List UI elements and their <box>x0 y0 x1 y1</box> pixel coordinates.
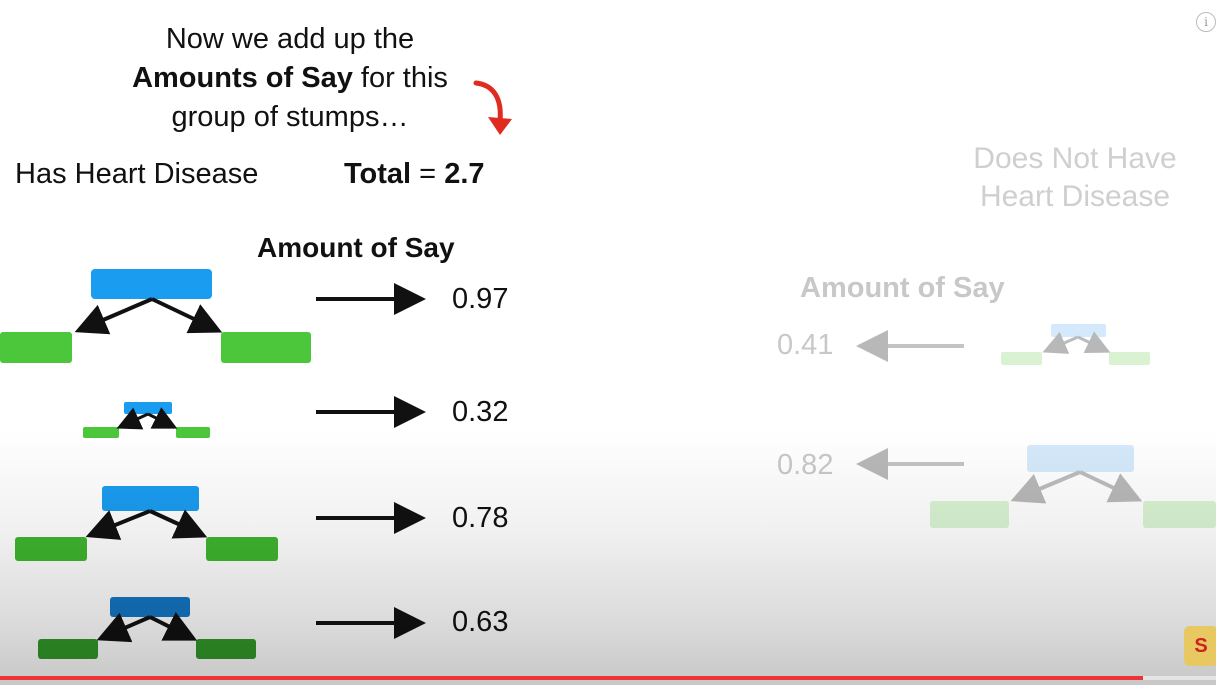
heading-line-1: Now we add up the <box>165 23 415 55</box>
right-label-line-1: Does Not Have <box>973 142 1177 175</box>
amount-of-say-value-2: 0.32 <box>452 396 509 428</box>
has-heart-disease-label: Has Heart Disease <box>15 158 259 190</box>
red-curved-arrow-icon <box>473 80 512 135</box>
heading: Now we add up the Amounts of Say for thi… <box>100 20 480 137</box>
amount-of-say-value-1: 0.97 <box>452 283 509 315</box>
right-stumps-diagram <box>856 324 1216 528</box>
stump-2 <box>83 402 210 438</box>
heading-line-3: group of stumps… <box>171 101 409 133</box>
amount-of-say-value-4: 0.63 <box>452 606 509 638</box>
total-word: Total <box>344 158 412 190</box>
right-amount-of-say-value-2: 0.82 <box>777 449 834 481</box>
heading-bold: Amounts of Say <box>132 62 353 94</box>
channel-watermark-icon[interactable]: S <box>1184 626 1216 666</box>
right-amount-of-say-value-1: 0.41 <box>777 329 834 361</box>
heading-line-2: Amounts of Say for this <box>100 59 480 98</box>
amount-of-say-header-right: Amount of Say <box>800 272 1005 304</box>
total-value: 2.7 <box>444 158 485 190</box>
stump-4 <box>38 597 256 659</box>
stump-1 <box>0 269 311 363</box>
info-icon[interactable]: i <box>1196 12 1216 32</box>
right-label-line-2: Heart Disease <box>979 180 1171 213</box>
heading-line-2-rest: for this <box>352 62 448 94</box>
total-label: Total = 2.7 <box>344 158 485 191</box>
video-progress-bar[interactable] <box>0 676 1216 680</box>
right-stump-2 <box>930 445 1216 528</box>
total-equals: = <box>411 158 445 190</box>
video-progress-fill <box>0 676 1144 680</box>
stump-3 <box>15 486 278 561</box>
amount-of-say-value-3: 0.78 <box>452 502 509 534</box>
does-not-have-heart-disease-label: Does Not Have Heart Disease <box>940 140 1210 216</box>
left-stumps-diagram <box>0 269 426 659</box>
right-stump-1 <box>1001 324 1150 365</box>
